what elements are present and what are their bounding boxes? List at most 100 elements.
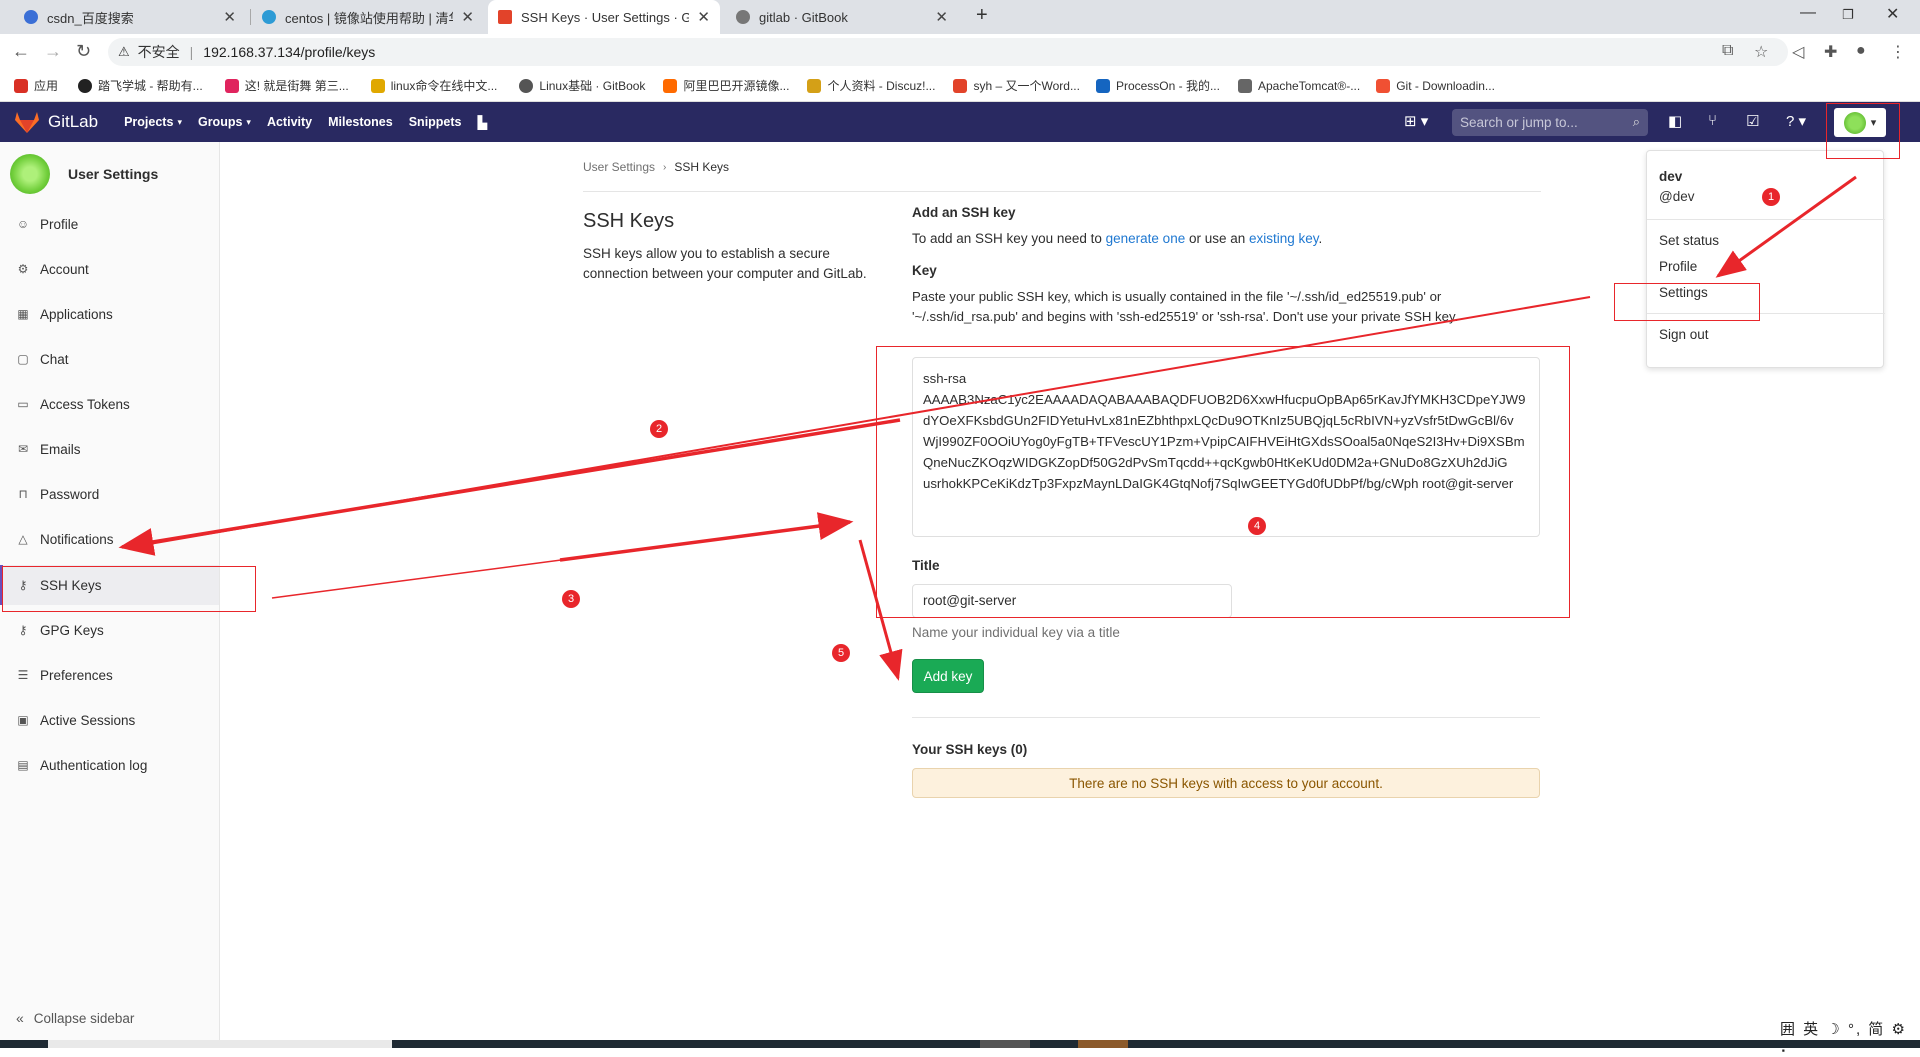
gitlab-logo-icon[interactable] <box>14 110 40 134</box>
search-input[interactable]: Search or jump to... ⌕ <box>1452 109 1648 136</box>
add-key-form: Add an SSH key To add an SSH key you nee… <box>912 205 1540 327</box>
tuna-favicon-icon <box>262 10 276 24</box>
bookmark[interactable]: linux命令在线中文... <box>370 77 497 94</box>
sidebar-item-preferences[interactable]: ☰ Preferences <box>0 655 219 695</box>
add-key-button[interactable]: Add key <box>912 659 984 693</box>
bookmark-icon <box>1095 78 1110 93</box>
taskbar-item[interactable] <box>48 1040 392 1048</box>
bookmark[interactable]: Git - Downloadin... <box>1376 78 1495 93</box>
restore-icon[interactable]: ❐ <box>1842 7 1854 23</box>
bookmark[interactable]: 阿里巴巴开源镜像... <box>663 77 789 94</box>
nav-milestones[interactable]: Milestones <box>328 115 393 129</box>
key-help-text: Paste your public SSH key, which is usua… <box>912 289 1459 324</box>
merge-request-icon[interactable]: ⑂ <box>1708 112 1717 129</box>
sidebar-item-applications[interactable]: ▦ Applications <box>0 294 219 334</box>
browser-tab[interactable]: csdn_百度搜索 ✕ <box>14 0 246 34</box>
dropdown-user-name[interactable]: dev <box>1659 169 1682 184</box>
menu-item-sign-out[interactable]: Sign out <box>1659 327 1709 342</box>
breadcrumb-current[interactable]: SSH Keys <box>674 160 729 174</box>
sidebar-item-password[interactable]: ⊓ Password <box>0 474 219 514</box>
new-tab-icon[interactable]: + <box>976 4 988 27</box>
dropdown-username[interactable]: @dev <box>1659 189 1694 204</box>
bookmark-icon <box>807 78 822 93</box>
divider <box>912 717 1540 718</box>
bookmark-icon <box>1237 78 1252 93</box>
collapse-sidebar-button[interactable]: « Collapse sidebar <box>16 1010 134 1026</box>
address-toolbar: ← → ↻ ⚠ 不安全 | 192.168.37.134/profile/key… <box>0 34 1920 70</box>
read-aloud-icon[interactable]: ◁ <box>1792 42 1804 62</box>
annotation-badge: 4 <box>1248 517 1266 535</box>
translate-icon[interactable]: ⧉ <box>1722 42 1733 60</box>
generate-one-link[interactable]: generate one <box>1106 231 1186 246</box>
main-nav: Projects ▾ Groups ▾ Activity Milestones Sn… <box>124 115 503 130</box>
bookmark-apps[interactable]: 应用 <box>14 77 58 94</box>
close-window-icon[interactable]: ✕ <box>1886 4 1899 24</box>
divider <box>1647 219 1885 220</box>
sidebar-item-authentication-log[interactable]: ▤ Authentication log <box>0 745 219 785</box>
minimize-icon[interactable]: — <box>1800 4 1816 22</box>
nav-activity[interactable]: Activity <box>267 115 312 129</box>
extensions-icon[interactable]: ✚ <box>1824 42 1837 62</box>
browser-tab[interactable]: gitlab · GitBook ✕ <box>726 0 958 34</box>
sidebar-item-access-tokens[interactable]: ▭ Access Tokens <box>0 384 219 424</box>
menu-item-profile[interactable]: Profile <box>1659 259 1697 274</box>
back-icon[interactable]: ← <box>12 41 30 62</box>
browser-tab[interactable]: centos | 镜像站使用帮助 | 清华大 ✕ <box>252 0 484 34</box>
key-label: Key <box>912 263 937 278</box>
bookmark[interactable]: ProcessOn - 我的... <box>1095 77 1220 94</box>
bookmark[interactable]: 这! 就是街舞 第三... <box>224 77 349 94</box>
existing-key-link[interactable]: existing key <box>1249 231 1319 246</box>
chart-icon[interactable]: ▙ <box>478 115 488 130</box>
nav-projects[interactable]: Projects ▾ <box>124 115 182 129</box>
taskbar-item[interactable] <box>1078 1040 1128 1048</box>
nav-groups[interactable]: Groups ▾ <box>198 115 251 129</box>
sidebar-header[interactable]: User Settings <box>10 154 158 194</box>
close-tab-icon[interactable]: ✕ <box>697 8 710 26</box>
close-tab-icon[interactable]: ✕ <box>935 8 948 26</box>
bell-icon: △ <box>18 532 28 546</box>
bookmark[interactable]: Linux基础 · GitBook <box>519 77 645 94</box>
warning-icon[interactable]: ⚠ <box>118 44 130 60</box>
menu-item-set-status[interactable]: Set status <box>1659 233 1719 248</box>
form-intro: To add an SSH key you need to generate o… <box>912 231 1323 246</box>
bookmark[interactable]: 踏飞学城 - 帮助有... <box>78 77 203 94</box>
sidebar-item-chat[interactable]: ▢ Chat <box>0 339 219 379</box>
gitlab-brand[interactable]: GitLab <box>48 112 98 132</box>
nav-snippets[interactable]: Snippets <box>409 115 462 129</box>
sidebar-item-gpg-keys[interactable]: ⚷ GPG Keys <box>0 610 219 650</box>
breadcrumb-link[interactable]: User Settings <box>583 160 655 174</box>
sidebar-item-account[interactable]: ⚙ Account <box>0 249 219 289</box>
new-item-icon[interactable]: ⊞ ▾ <box>1404 112 1428 130</box>
close-tab-icon[interactable]: ✕ <box>223 8 236 26</box>
close-tab-icon[interactable]: ✕ <box>461 8 474 26</box>
gitbook-favicon-icon <box>736 10 750 24</box>
bookmark-icon <box>78 78 93 93</box>
forward-icon[interactable]: → <box>44 41 62 62</box>
bookmark[interactable]: syh – 又一个Word... <box>953 77 1080 94</box>
bookmark-icon <box>953 78 968 93</box>
sidebar-item-emails[interactable]: ✉ Emails <box>0 429 219 469</box>
bookmark[interactable]: 个人资料 - Discuz!... <box>807 77 935 94</box>
applications-icon: ▦ <box>17 307 29 321</box>
reload-icon[interactable]: ↻ <box>76 41 91 62</box>
help-icon[interactable]: ? ▾ <box>1786 112 1806 130</box>
ime-status[interactable]: 囲 英 ☽ °, 简 ⚙ ⠇ <box>1780 1018 1920 1057</box>
todo-icon[interactable]: ☑ <box>1746 112 1759 130</box>
annotation-badge: 1 <box>1762 188 1780 206</box>
bookmark[interactable]: ApacheTomcat®-... <box>1237 78 1360 93</box>
url-text[interactable]: 192.168.37.134/profile/keys <box>203 44 375 60</box>
page-description: SSH keys allow you to establish a secure… <box>583 246 867 281</box>
menu-icon[interactable]: ⋮ <box>1890 42 1906 62</box>
sidebar-title: User Settings <box>68 166 159 182</box>
sidebar-item-profile[interactable]: ☺ Profile <box>0 204 219 244</box>
sidebar-item-active-sessions[interactable]: ▣ Active Sessions <box>0 700 219 740</box>
profile-icon[interactable]: ● <box>1856 42 1866 60</box>
sidebar-item-notifications[interactable]: △ Notifications <box>0 519 219 559</box>
address-bar[interactable]: ⚠ 不安全 | 192.168.37.134/profile/keys <box>108 38 1788 66</box>
bookmark-star-icon[interactable]: ☆ <box>1754 42 1768 62</box>
browser-tab-active[interactable]: SSH Keys · User Settings · GitL ✕ <box>488 0 720 34</box>
sidebar-toggle-icon[interactable]: ◧ <box>1668 112 1682 130</box>
taskbar-item[interactable] <box>980 1040 1030 1048</box>
page-title: SSH Keys <box>583 210 675 232</box>
arrow-3 <box>559 512 854 562</box>
